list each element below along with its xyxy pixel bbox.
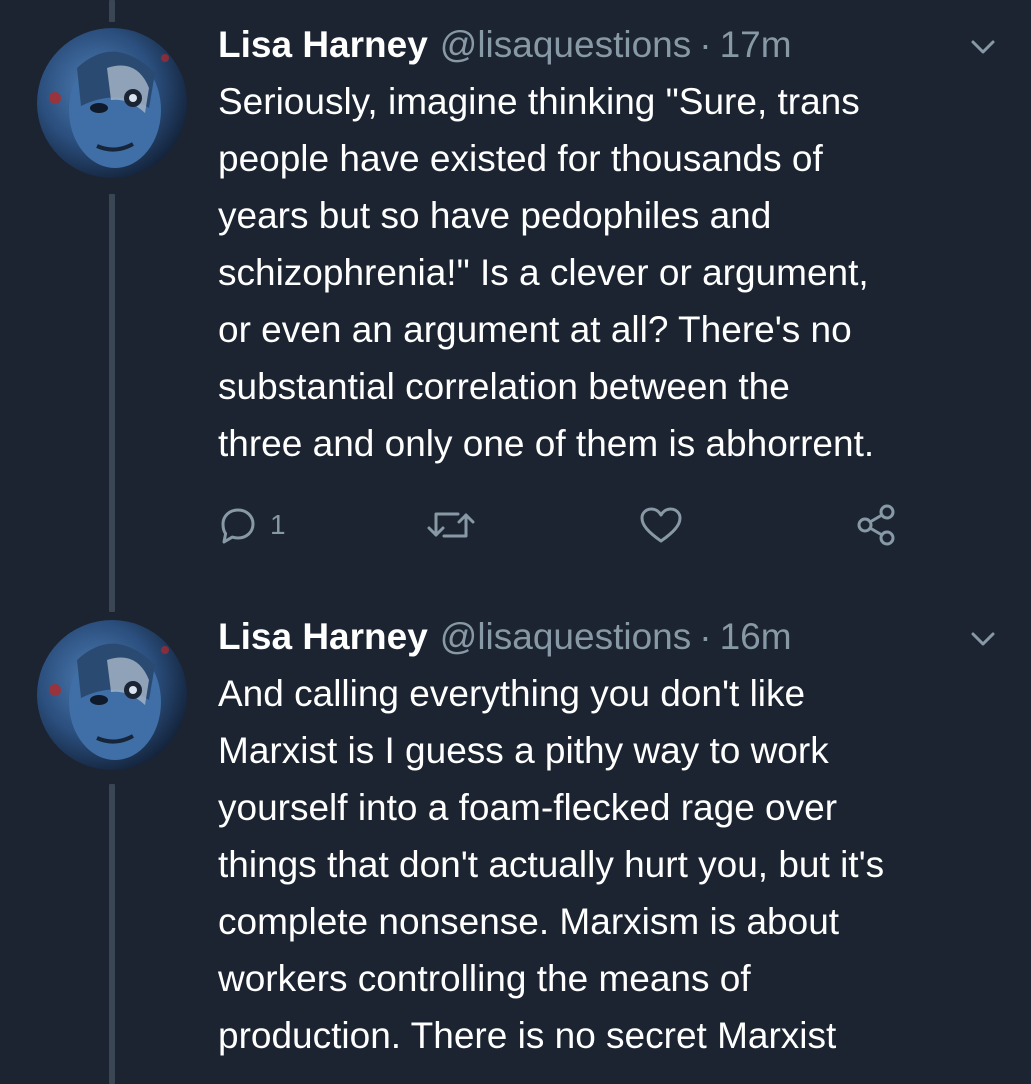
tweet-header: Lisa Harney @lisaquestions · 17m <box>218 20 1008 70</box>
tweet[interactable]: Lisa Harney @lisaquestions · 16m And cal… <box>218 612 1008 1064</box>
timestamp[interactable]: 16m <box>720 612 792 662</box>
tweet-text-line: three and only one of them is abhorrent. <box>218 423 875 464</box>
tweet-text-line: workers controlling the means of <box>218 958 751 999</box>
reply-button[interactable]: 1 <box>218 500 286 550</box>
user-handle[interactable]: @lisaquestions <box>440 612 691 662</box>
reply-count: 1 <box>270 509 286 540</box>
tweet-text-line: years but so have pedophiles and <box>218 195 772 236</box>
avatar[interactable] <box>37 28 187 178</box>
tweet-text-line: yourself into a foam-flecked rage over <box>218 787 838 828</box>
tweet-text-line: Marxist is I guess a pithy way to work <box>218 730 829 771</box>
thread-line-bottom <box>109 784 115 1084</box>
tweet-header: Lisa Harney @lisaquestions · 16m <box>218 612 1008 662</box>
tweet-text-line: Seriously, imagine thinking "Sure, trans <box>218 81 860 122</box>
tweet-text-line: people have existed for thousands of <box>218 138 823 179</box>
tweet-text-line: production. There is no secret Marxist <box>218 1015 837 1056</box>
tweet-text: And calling everything you don't like Ma… <box>218 665 1008 1064</box>
thread-line-top <box>109 0 115 22</box>
user-handle[interactable]: @lisaquestions <box>440 20 691 70</box>
chevron-down-icon[interactable] <box>970 34 996 60</box>
tweet-text-line: or even an argument at all? There's no <box>218 309 852 350</box>
separator: · <box>699 24 712 65</box>
share-icon <box>857 504 895 546</box>
display-name[interactable]: Lisa Harney <box>218 612 428 662</box>
tweet-text: Seriously, imagine thinking "Sure, trans… <box>218 73 1008 472</box>
retweet-button[interactable] <box>426 500 476 550</box>
display-name[interactable]: Lisa Harney <box>218 20 428 70</box>
retweet-icon <box>427 512 475 538</box>
tweet-text-line: complete nonsense. Marxism is about <box>218 901 840 942</box>
share-button[interactable] <box>854 500 898 550</box>
timestamp[interactable]: 17m <box>720 20 792 70</box>
heart-icon <box>640 507 682 543</box>
tweet-text-line: substantial correlation between the <box>218 366 790 407</box>
tweet[interactable]: Lisa Harney @lisaquestions · 17m Serious… <box>218 20 1008 472</box>
tweet-text-line: things that don't actually hurt you, but… <box>218 844 885 885</box>
tweet-text-line: schizophrenia!" Is a clever or argument, <box>218 252 869 293</box>
reply-icon <box>221 508 255 544</box>
separator: · <box>699 616 712 657</box>
chevron-down-icon[interactable] <box>970 626 996 652</box>
avatar[interactable] <box>37 620 187 770</box>
like-button[interactable] <box>638 500 684 550</box>
tweet-text-line: And calling everything you don't like <box>218 673 806 714</box>
thread-line-middle <box>109 194 115 612</box>
tweet-actions: 1 <box>218 500 918 550</box>
